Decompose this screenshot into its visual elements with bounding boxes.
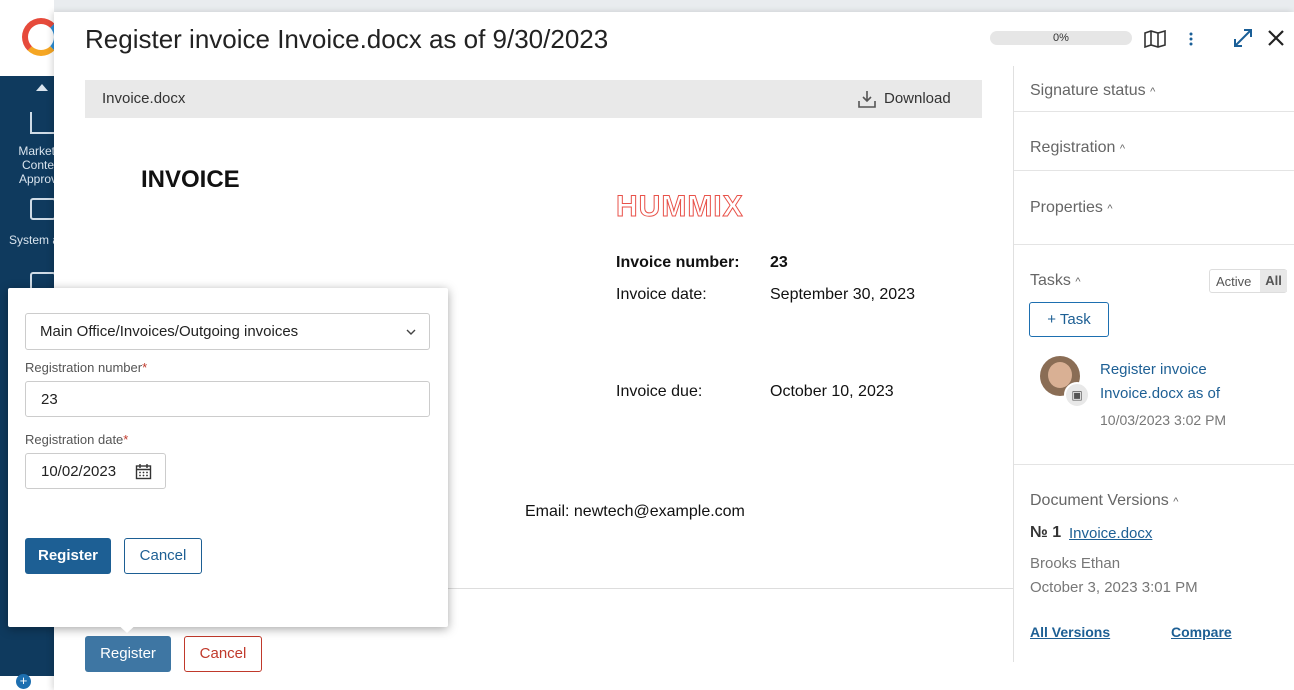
chevron-up-icon: ^	[1119, 143, 1125, 155]
marketing-chart-icon[interactable]	[30, 112, 56, 134]
chevron-down-icon	[406, 329, 416, 335]
reg-number-input[interactable]: 23	[25, 381, 430, 417]
add-icon[interactable]: +	[16, 674, 31, 689]
add-task-button[interactable]: + Task	[1029, 302, 1109, 337]
reg-number-value: 23	[41, 391, 58, 408]
popup-cancel-button[interactable]: Cancel	[124, 538, 202, 574]
more-vertical-icon[interactable]	[1186, 30, 1196, 48]
folder-select[interactable]: Main Office/Invoices/Outgoing invoices	[25, 313, 430, 350]
progress-bar: 0%	[990, 31, 1132, 45]
download-button[interactable]: Download	[884, 90, 951, 107]
folder-select-value: Main Office/Invoices/Outgoing invoices	[40, 323, 299, 340]
version-author: Brooks Ethan	[1030, 555, 1121, 572]
scroll-up-icon[interactable]	[36, 84, 48, 91]
task-filter-toggle: Active All	[1209, 269, 1287, 293]
section-properties[interactable]: Properties ^	[1030, 199, 1113, 217]
page-title: Register invoice Invoice.docx as of 9/30…	[85, 24, 609, 54]
map-icon[interactable]	[1144, 30, 1166, 48]
document-toolbar: Invoice.docx Download	[85, 80, 982, 118]
invoice-heading: INVOICE	[141, 166, 240, 193]
invoice-due-label: Invoice due:	[616, 383, 703, 400]
section-signature-status[interactable]: Signature status ^	[1030, 82, 1155, 100]
section-tasks[interactable]: Tasks ^	[1030, 272, 1081, 290]
email-line: Email: newtech@example.com	[525, 503, 745, 520]
section-registration[interactable]: Registration ^	[1030, 139, 1125, 157]
document-file-name: Invoice.docx	[102, 90, 186, 107]
invoice-due-value: October 10, 2023	[770, 383, 894, 400]
popup-pointer	[114, 621, 140, 633]
popup-register-button[interactable]: Register	[25, 538, 111, 574]
invoice-date-label: Invoice date:	[616, 286, 707, 303]
chevron-up-icon: ^	[1075, 276, 1081, 288]
reg-number-label: Registration number*	[25, 360, 148, 375]
filter-active-button[interactable]: Active	[1216, 274, 1251, 289]
chevron-up-icon: ^	[1150, 86, 1156, 98]
task-badge-icon: ▣	[1064, 382, 1090, 408]
calendar-icon[interactable]	[135, 463, 152, 480]
chevron-up-icon: ^	[1173, 496, 1179, 508]
all-versions-link[interactable]: All Versions	[1030, 624, 1110, 640]
invoice-date-value: September 30, 2023	[770, 286, 915, 303]
version-file-link[interactable]: Invoice.docx	[1069, 525, 1152, 542]
register-popup: Main Office/Invoices/Outgoing invoices R…	[8, 288, 448, 627]
reg-date-value: 10/02/2023	[41, 463, 117, 480]
download-icon[interactable]	[857, 89, 877, 109]
info-sidebar: Signature status ^ Registration ^ Proper…	[1013, 66, 1294, 662]
system-book-icon[interactable]	[30, 198, 56, 220]
divider	[1014, 244, 1294, 245]
section-document-versions[interactable]: Document Versions ^	[1030, 492, 1178, 510]
divider	[1014, 170, 1294, 171]
close-icon[interactable]	[1266, 28, 1286, 48]
task-timestamp: 10/03/2023 3:02 PM	[1100, 412, 1227, 428]
reg-date-label: Registration date*	[25, 432, 129, 447]
compare-link[interactable]: Compare	[1171, 624, 1232, 640]
version-number: № 1	[1030, 524, 1062, 541]
background-strip	[54, 0, 1294, 12]
footer-register-button[interactable]: Register	[85, 636, 171, 672]
filter-all-button[interactable]: All	[1260, 270, 1287, 292]
expand-icon[interactable]	[1232, 27, 1254, 49]
chevron-up-icon: ^	[1107, 203, 1113, 215]
invoice-number-value: 23	[770, 254, 788, 271]
task-link[interactable]: Register invoice Invoice.docx as of	[1100, 358, 1220, 406]
reg-date-input[interactable]: 10/02/2023	[25, 453, 166, 489]
divider	[1014, 464, 1294, 465]
company-logo: HUMMIX	[616, 190, 744, 224]
footer-cancel-button[interactable]: Cancel	[184, 636, 262, 672]
invoice-number-label: Invoice number:	[616, 254, 740, 271]
divider	[1014, 111, 1294, 112]
version-date: October 3, 2023 3:01 PM	[1030, 579, 1198, 596]
